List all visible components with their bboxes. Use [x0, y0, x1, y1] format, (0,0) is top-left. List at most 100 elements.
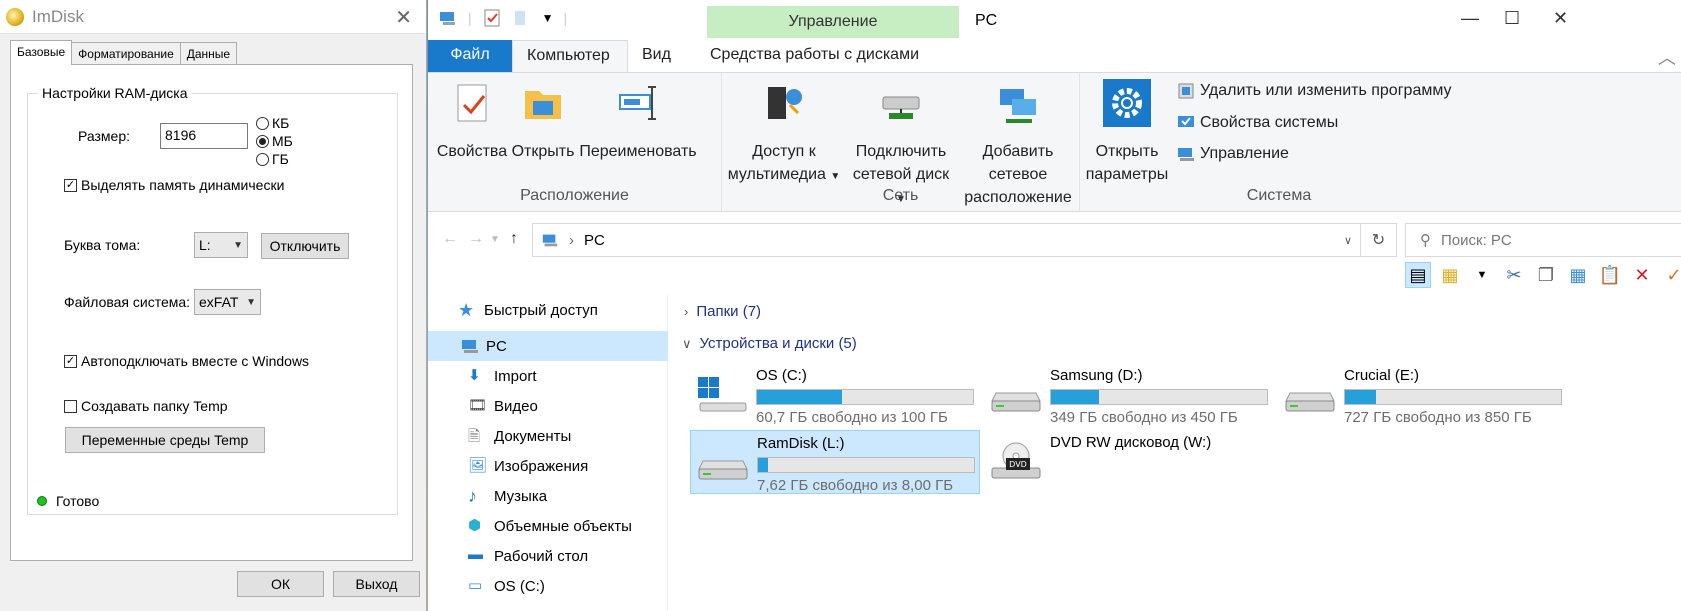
create-temp-checkbox[interactable]: Создавать папку Temp — [64, 398, 228, 414]
unit-kb-radio[interactable]: КБ — [256, 114, 293, 132]
manage-button[interactable]: Управление — [1176, 144, 1289, 164]
drive-tile[interactable]: DVD DVD RW дисковод (W:) — [984, 430, 1274, 494]
up-arrow-icon[interactable]: ↑ — [510, 230, 518, 248]
computer-manage-icon — [1178, 148, 1194, 161]
nav-music[interactable]: ♪ Музыка — [468, 481, 547, 511]
tab-basic[interactable]: Базовые — [10, 40, 73, 65]
ok-button[interactable]: ОК — [237, 571, 324, 597]
quick-access-toolbar: | ▼ | — [438, 8, 567, 28]
dynamic-alloc-checkbox[interactable]: ✓ Выделять память динамически — [64, 177, 284, 193]
section-folders[interactable]: › Папки (7) — [684, 303, 761, 320]
autoconnect-label: Автоподключать вместе с Windows — [81, 353, 310, 369]
close-icon[interactable]: ✕ — [1553, 8, 1568, 29]
nav-documents[interactable]: 🗎 Документы — [468, 421, 571, 451]
uninstall-program-button[interactable]: Удалить или изменить программу — [1176, 81, 1452, 101]
open-settings-button[interactable]: Открыть параметры — [1082, 79, 1172, 186]
autoconnect-checkbox[interactable]: ✓ Автоподключать вместе с Windows — [64, 353, 309, 369]
preview-pane-icon[interactable]: ▤ — [1405, 262, 1431, 288]
fs-select[interactable]: exFAT ▼ — [194, 289, 261, 315]
programs-icon — [1178, 83, 1194, 99]
recent-chevron-icon[interactable]: ▼ — [490, 234, 500, 245]
section-devices[interactable]: ∨ Устройства и диски (5) — [682, 335, 857, 352]
ribbon: Свойства Открыть Переименовать Расположе… — [428, 72, 1681, 212]
properties-icon[interactable] — [482, 8, 502, 28]
addnet-label-1: Добавить сетевое — [982, 143, 1054, 183]
checkmark-icon[interactable]: ✓ — [1661, 262, 1681, 288]
nav-import[interactable]: ⬇ Import — [468, 361, 537, 391]
group-location: Свойства Открыть Переименовать Расположе… — [428, 73, 722, 211]
tab-computer[interactable]: Компьютер — [512, 40, 628, 73]
forward-arrow-icon[interactable]: → — [468, 230, 484, 248]
nav-documents-label: Документы — [494, 427, 572, 445]
drive-free-space: 727 ГБ свободно из 850 ГБ — [1344, 409, 1532, 426]
open-label: Открыть — [511, 143, 575, 160]
address-bar[interactable]: › PC ∨ — [532, 223, 1361, 257]
tab-file[interactable]: Файл — [428, 40, 512, 73]
tab-format[interactable]: Форматирование — [71, 42, 181, 64]
maximize-icon[interactable]: ☐ — [1504, 8, 1520, 29]
close-icon[interactable]: ✕ — [395, 5, 412, 30]
drive-tile[interactable]: RamDisk (L:) 7,62 ГБ свободно из 8,00 ГБ — [690, 430, 980, 494]
drive-name: Crucial (E:) — [1344, 367, 1420, 384]
rename-icon — [619, 86, 656, 120]
search-placeholder: Поиск: PC — [1441, 231, 1512, 249]
window-title: PC — [975, 12, 998, 29]
delete-icon[interactable]: ✕ — [1629, 262, 1655, 288]
open-button[interactable]: Открыть — [508, 79, 578, 163]
drive-letter-select[interactable]: L: ▼ — [194, 232, 248, 258]
drive-tile[interactable]: Samsung (D:) 349 ГБ свободно из 450 ГБ — [984, 363, 1274, 427]
disconnect-button[interactable]: Отключить — [261, 233, 349, 259]
tiles-icon[interactable]: ▦ — [1565, 262, 1591, 288]
nav-pc[interactable]: PC — [428, 331, 668, 361]
new-folder-icon[interactable] — [512, 8, 532, 28]
folder-open-icon — [525, 91, 561, 119]
drive-tile[interactable]: OS (C:) 60,7 ГБ свободно из 100 ГБ — [690, 363, 980, 427]
nav-3d-objects[interactable]: ⬢ Объемные объекты — [468, 511, 632, 541]
drive-free-space: 7,62 ГБ свободно из 8,00 ГБ — [757, 477, 954, 494]
rename-label: Переименовать — [579, 143, 697, 160]
media-access-button[interactable]: Доступ к мультимедиа ▼ — [724, 79, 844, 188]
dvd-drive-icon: DVD — [991, 442, 1041, 479]
properties-button[interactable]: Свойства — [436, 79, 508, 163]
cut-icon[interactable]: ✂ — [1501, 262, 1527, 288]
size-input[interactable]: 8196 — [160, 123, 248, 149]
drive-tile[interactable]: Crucial (E:) 727 ГБ свободно из 850 ГБ — [1278, 363, 1568, 427]
tab-data[interactable]: Данные — [179, 42, 238, 64]
minimize-icon[interactable]: — — [1461, 8, 1479, 29]
paste-icon[interactable]: 📋 — [1597, 262, 1623, 288]
qat-dropdown-icon[interactable]: ▼ — [542, 11, 554, 25]
dynamic-alloc-label: Выделять память динамически — [81, 177, 285, 193]
computer-icon[interactable] — [438, 8, 458, 28]
drive-usage-bar — [757, 457, 975, 473]
group-title: Настройки RAM-диска — [38, 85, 192, 101]
open-settings-label-1: Открыть — [1095, 143, 1159, 160]
nav-pictures[interactable]: 🖼 Изображения — [468, 451, 588, 481]
system-properties-button[interactable]: Свойства системы — [1176, 113, 1338, 133]
nav-os-c[interactable]: ▭ OS (C:) — [468, 571, 545, 601]
download-arrow-icon: ⬇ — [468, 367, 481, 384]
temp-env-button[interactable]: Переменные среды Temp — [65, 427, 265, 453]
contextual-tab-manage[interactable]: Управление — [707, 6, 959, 38]
checkbox-unchecked-icon — [64, 399, 77, 413]
unit-gb-radio[interactable]: ГБ — [256, 150, 293, 168]
nav-video[interactable]: 🎞 Видео — [468, 391, 538, 421]
chevron-down-icon: ▼ — [246, 296, 256, 308]
tab-view[interactable]: Вид — [628, 40, 694, 73]
view-dropdown-icon[interactable]: ▼ — [1469, 262, 1495, 288]
copy-icon[interactable]: ❐ — [1533, 262, 1559, 288]
tab-disk-tools[interactable]: Средства работы с дисками — [694, 40, 934, 73]
create-temp-label: Создавать папку Temp — [81, 398, 228, 414]
nav-quick-access[interactable]: ★ Быстрый доступ — [458, 295, 598, 325]
address-dropdown-icon[interactable]: ∨ — [1344, 234, 1352, 247]
folder-view-icon[interactable]: ▦ — [1437, 262, 1463, 288]
rename-button[interactable]: Переименовать — [578, 79, 698, 163]
exit-button[interactable]: Выход — [333, 571, 420, 597]
drive-usage-bar — [756, 389, 974, 405]
search-box[interactable]: ⚲ Поиск: PC — [1405, 223, 1681, 257]
group-system: Открыть параметры Удалить или изменить п… — [1080, 73, 1478, 211]
refresh-icon[interactable]: ↻ — [1360, 223, 1397, 257]
unit-mb-radio[interactable]: МБ — [256, 132, 293, 150]
nav-desktop[interactable]: ▬ Рабочий стол — [468, 541, 588, 571]
media-label-2: мультимедиа — [727, 166, 826, 183]
back-arrow-icon[interactable]: ← — [442, 230, 458, 248]
